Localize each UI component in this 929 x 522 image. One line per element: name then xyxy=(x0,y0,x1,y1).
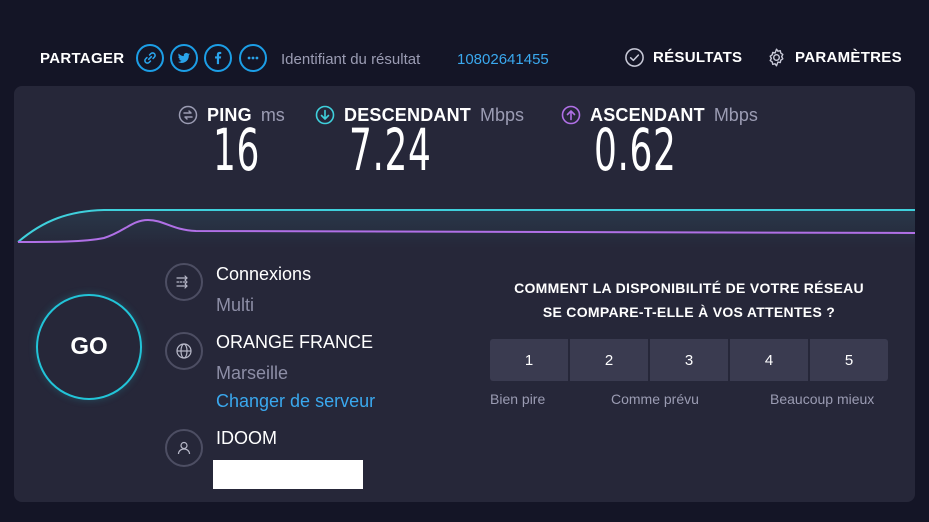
download-value: 7.24 xyxy=(349,116,432,184)
twitter-icon[interactable] xyxy=(170,44,198,72)
settings-label: PARAMÈTRES xyxy=(795,49,902,66)
link-icon[interactable] xyxy=(136,44,164,72)
survey-question-line2: SE COMPARE-T-ELLE À VOS ATTENTES ? xyxy=(542,304,836,320)
rating-option-1[interactable]: 1 xyxy=(490,339,568,381)
result-id-link[interactable]: 10802641455 xyxy=(457,51,549,68)
speed-graph xyxy=(17,209,915,248)
user-icon xyxy=(165,429,203,467)
rating-label-low: Bien pire xyxy=(490,391,546,407)
survey-question: COMMENT LA DISPONIBILITÉ DE VOTRE RÉSEAU… xyxy=(484,276,894,324)
share-label: PARTAGER xyxy=(40,50,125,67)
settings-button[interactable]: PARAMÈTRES xyxy=(766,47,902,68)
rating-label-mid: Comme prévu xyxy=(611,391,699,407)
change-server-link[interactable]: Changer de serveur xyxy=(216,391,375,412)
rating-option-2[interactable]: 2 xyxy=(570,339,648,381)
results-label: RÉSULTATS xyxy=(653,49,743,66)
provider-name: IDOOM xyxy=(216,428,277,448)
connections-icon xyxy=(165,263,203,301)
rating-scale: 1 2 3 4 5 xyxy=(490,339,888,381)
globe-icon xyxy=(165,332,203,370)
ping-icon xyxy=(178,105,198,125)
results-panel: PING ms 16 DESCENDANT Mbps 7.24 ASCENDAN… xyxy=(14,86,915,502)
redacted-ip-box xyxy=(213,460,363,489)
connections-value: Multi xyxy=(216,295,255,315)
upload-value: 0.62 xyxy=(594,116,677,184)
facebook-icon[interactable] xyxy=(204,44,232,72)
connections-label: Connexions xyxy=(216,264,312,284)
download-unit: Mbps xyxy=(480,104,525,125)
ping-unit: ms xyxy=(260,104,285,125)
gear-icon xyxy=(769,48,784,67)
rating-option-3[interactable]: 3 xyxy=(650,339,728,381)
more-icon[interactable] xyxy=(239,44,267,72)
rating-option-5[interactable]: 5 xyxy=(810,339,888,381)
go-button[interactable]: GO xyxy=(36,294,142,400)
server-location: Marseille xyxy=(216,363,289,383)
survey-question-line1: COMMENT LA DISPONIBILITÉ DE VOTRE RÉSEAU xyxy=(514,280,864,296)
server-name: ORANGE FRANCE xyxy=(216,332,374,352)
rating-label-high: Beaucoup mieux xyxy=(770,391,875,407)
upload-unit: Mbps xyxy=(713,104,758,125)
result-id-label: Identifiant du résultat xyxy=(281,51,421,68)
results-button[interactable]: RÉSULTATS xyxy=(624,47,742,68)
download-arrow-icon xyxy=(315,105,335,125)
ping-value: 16 xyxy=(213,116,261,184)
top-bar: PARTAGER Identifiant du résultat 1080264… xyxy=(0,40,929,80)
check-circle-icon xyxy=(625,48,644,67)
upload-arrow-icon xyxy=(561,105,581,125)
rating-option-4[interactable]: 4 xyxy=(730,339,808,381)
